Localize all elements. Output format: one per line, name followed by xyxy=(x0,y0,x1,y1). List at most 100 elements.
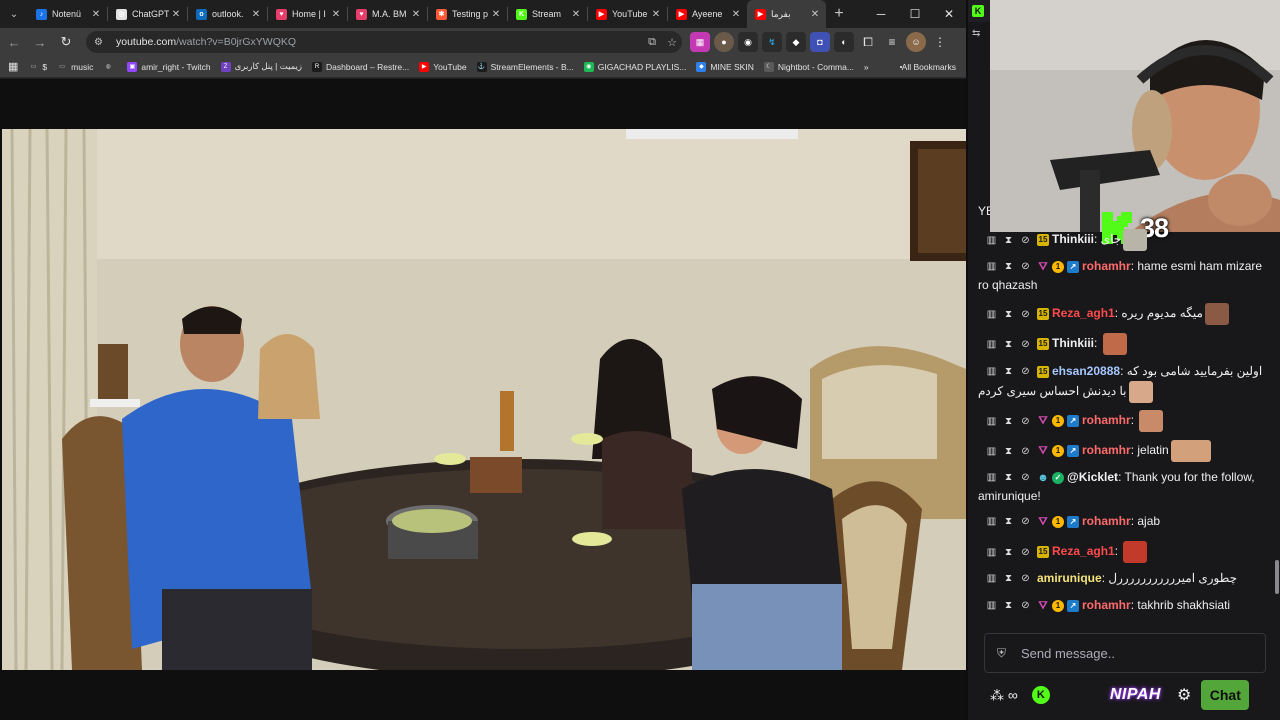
bookmark-streamelements[interactable]: ⚓ StreamElements - B... xyxy=(476,61,574,72)
ban-icon[interactable]: ⊘ xyxy=(1020,416,1031,427)
ban-icon[interactable]: ⊘ xyxy=(1020,309,1031,320)
browser-tab[interactable]: ✱ Testing p ✕ xyxy=(428,0,507,28)
tab-close-icon[interactable]: ✕ xyxy=(489,9,503,20)
bookmark-folder[interactable]: ▭ music xyxy=(57,62,93,72)
back-button[interactable]: ← xyxy=(2,30,26,54)
bookmark-globe[interactable]: ◍ xyxy=(103,62,117,72)
collapse-chat-icon[interactable]: ⇆ xyxy=(972,28,980,39)
timeout-icon[interactable]: ⧗ xyxy=(1003,516,1014,527)
chat-username[interactable]: Thinkiii xyxy=(1052,232,1094,246)
site-info-icon[interactable]: ⚙ xyxy=(94,37,108,48)
tab-close-icon[interactable]: ✕ xyxy=(569,9,583,20)
reading-list-icon[interactable]: ≡ xyxy=(882,32,902,52)
ban-icon[interactable]: ⊘ xyxy=(1020,261,1031,272)
delete-message-icon[interactable]: ▥ xyxy=(986,309,997,320)
extension-twitch-icon[interactable]: ▦ xyxy=(690,32,710,52)
chat-username[interactable]: ehsan20888 xyxy=(1052,364,1120,378)
ban-icon[interactable]: ⊘ xyxy=(1020,547,1031,558)
extension-ghost-icon[interactable]: ◐ xyxy=(834,32,854,52)
timeout-icon[interactable]: ⧗ xyxy=(1003,416,1014,427)
nipah-brand[interactable]: NIPAH xyxy=(1110,686,1161,704)
chat-username[interactable]: Thinkiii xyxy=(1052,336,1094,350)
chat-username[interactable]: rohamhr xyxy=(1082,443,1131,457)
timeout-icon[interactable]: ⧗ xyxy=(1003,547,1014,558)
chat-message[interactable]: ▥ ⧗ ⊘ 15 Reza_agh1: xyxy=(978,541,1268,563)
emote-menu-icon[interactable]: ⁂ ∞ xyxy=(990,687,1018,704)
timeout-icon[interactable]: ⧗ xyxy=(1003,600,1014,611)
bookmark-restream[interactable]: R Dashboard – Restre... xyxy=(312,61,409,72)
delete-message-icon[interactable]: ▥ xyxy=(986,573,997,584)
browser-tab[interactable]: ♪ Notenü ✕ xyxy=(28,0,107,28)
chat-message[interactable]: ▥ ⧗ ⊘ 15 Reza_agh1: میگه مدیوم ریره xyxy=(978,303,1268,325)
chat-username[interactable]: Reza_agh1 xyxy=(1052,306,1115,320)
chat-message[interactable]: ▥ ⧗ ⊘ ⛛ 1 ↗ rohamhr: jelatin xyxy=(978,440,1268,462)
chat-username[interactable]: rohamhr xyxy=(1082,413,1131,427)
video-player[interactable] xyxy=(2,129,966,670)
chat-username[interactable]: rohamhr xyxy=(1082,514,1131,528)
browser-tab[interactable]: ▶ YouTube ✕ xyxy=(588,0,667,28)
tab-close-icon[interactable]: ✕ xyxy=(249,9,263,20)
browser-tab[interactable]: o outlook. ✕ xyxy=(188,0,267,28)
tab-close-icon[interactable]: ✕ xyxy=(808,9,822,20)
delete-message-icon[interactable]: ▥ xyxy=(986,600,997,611)
timeout-icon[interactable]: ⧗ xyxy=(1003,472,1014,483)
close-window-button[interactable]: ✕ xyxy=(932,0,966,28)
shield-icon[interactable]: ⛨ xyxy=(997,646,1011,661)
bookmark-star-icon[interactable]: ☆ xyxy=(662,36,682,49)
timeout-icon[interactable]: ⧗ xyxy=(1003,446,1014,457)
browser-tab[interactable]: ♥ Home | I ✕ xyxy=(268,0,347,28)
chat-username[interactable]: Reza_agh1 xyxy=(1052,544,1115,558)
extension-avatar-icon[interactable]: ● xyxy=(714,32,734,52)
timeout-icon[interactable]: ⧗ xyxy=(1003,573,1014,584)
timeout-icon[interactable]: ⧗ xyxy=(1003,235,1014,246)
tab-close-icon[interactable]: ✕ xyxy=(409,9,423,20)
install-app-icon[interactable]: ⧉ xyxy=(642,36,662,49)
bookmark-mineskin[interactable]: ◆ MINE SKIN xyxy=(696,61,754,72)
reload-button[interactable]: ↻ xyxy=(54,30,78,54)
delete-message-icon[interactable]: ▥ xyxy=(986,235,997,246)
ban-icon[interactable]: ⊘ xyxy=(1020,472,1031,483)
delete-message-icon[interactable]: ▥ xyxy=(986,547,997,558)
chat-scrollbar[interactable] xyxy=(1275,560,1279,594)
timeout-icon[interactable]: ⧗ xyxy=(1003,366,1014,377)
chat-message[interactable]: ▥ ⧗ ⊘ amirunique: چطوری امیرررررررررررل xyxy=(978,569,1268,588)
bookmark-twitch[interactable]: ▣ amir_right - Twitch xyxy=(127,61,211,72)
ban-icon[interactable]: ⊘ xyxy=(1020,516,1031,527)
ban-icon[interactable]: ⊘ xyxy=(1020,573,1031,584)
tab-search-icon[interactable]: ⌄ xyxy=(0,0,28,28)
chat-message[interactable]: ▥ ⧗ ⊘ 15 Thinkiii: xyxy=(978,333,1268,355)
extension-shield-icon[interactable]: ◘ xyxy=(810,32,830,52)
tab-close-icon[interactable]: ✕ xyxy=(649,9,663,20)
chat-message[interactable]: ▥ ⧗ ⊘ ☻ ✓ @Kicklet: Thank you for the follow,… xyxy=(978,468,1268,506)
delete-message-icon[interactable]: ▥ xyxy=(986,416,997,427)
all-bookmarks-button[interactable]: All Bookmarks xyxy=(899,62,956,72)
browser-menu-icon[interactable]: ⋮ xyxy=(930,32,950,52)
new-tab-button[interactable]: + xyxy=(826,5,852,23)
browser-tab[interactable]: K Stream ✕ xyxy=(508,0,587,28)
forward-button[interactable]: → xyxy=(28,30,52,54)
ban-icon[interactable]: ⊘ xyxy=(1020,446,1031,457)
delete-message-icon[interactable]: ▥ xyxy=(986,516,997,527)
tab-close-icon[interactable]: ✕ xyxy=(89,9,103,20)
timeout-icon[interactable]: ⧗ xyxy=(1003,309,1014,320)
delete-message-icon[interactable]: ▥ xyxy=(986,446,997,457)
tab-close-icon[interactable]: ✕ xyxy=(329,9,343,20)
chat-message[interactable]: ▥ ⧗ ⊘ ⛛ 1 ↗ rohamhr: hame esmi ham mizare ro q… xyxy=(978,257,1268,295)
ban-icon[interactable]: ⊘ xyxy=(1020,600,1031,611)
timeout-icon[interactable]: ⧗ xyxy=(1003,339,1014,350)
ban-icon[interactable]: ⊘ xyxy=(1020,339,1031,350)
delete-message-icon[interactable]: ▥ xyxy=(986,339,997,350)
url-text[interactable]: youtube.com/watch?v=B0jrGxYWQKQ xyxy=(116,36,642,48)
bookmarks-overflow-button[interactable]: » xyxy=(864,62,869,72)
delete-message-icon[interactable]: ▥ xyxy=(986,261,997,272)
chat-username[interactable]: @Kicklet xyxy=(1067,470,1118,484)
bookmark-nightbot[interactable]: ☾ Nightbot - Comma... xyxy=(763,61,854,72)
chat-username[interactable]: rohamhr xyxy=(1082,259,1131,273)
delete-message-icon[interactable]: ▥ xyxy=(986,472,997,483)
chat-username[interactable]: rohamhr xyxy=(1082,598,1131,612)
kick-emotes-icon[interactable]: K xyxy=(1031,686,1050,704)
chat-message[interactable]: ▥ ⧗ ⊘ 15 ehsan20888: اولین بفرمایید شامی بود… xyxy=(978,362,1268,403)
send-message-input[interactable]: ⛨ Send message.. xyxy=(984,633,1266,673)
chat-username[interactable]: amirunique xyxy=(1037,571,1102,585)
bookmark-folder[interactable]: ▭ $ xyxy=(28,62,48,72)
